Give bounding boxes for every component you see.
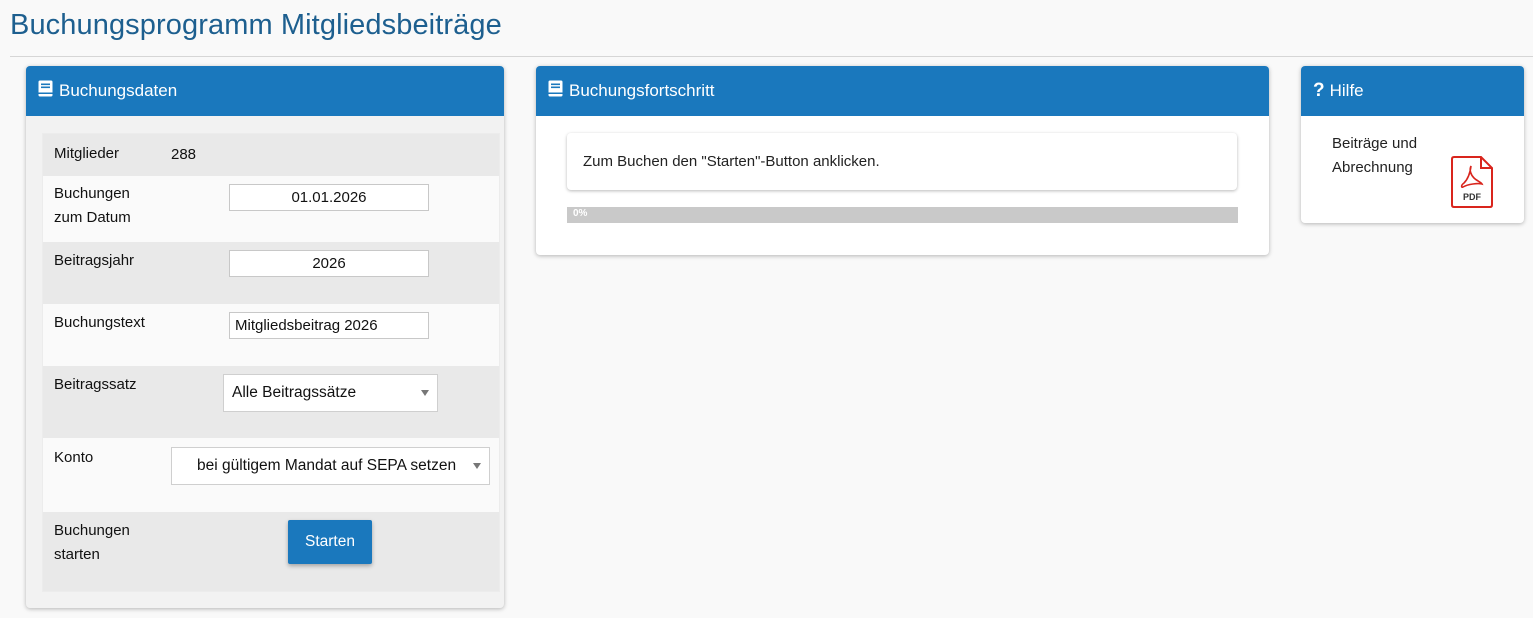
booking-progress-header: Buchungsfortschritt — [536, 66, 1269, 116]
help-header: ? Hilfe — [1301, 66, 1524, 116]
year-row: Beitragsjahr 2026 — [43, 242, 499, 304]
date-label-line-2: zum Datum — [54, 209, 131, 226]
booking-text-input[interactable]: Mitgliedsbeitrag 2026 — [229, 312, 429, 339]
year-label: Beitragsjahr — [54, 252, 135, 269]
help-panel: ? Hilfe Beiträge und Abrechnung PDF — [1301, 66, 1524, 223]
start-button[interactable]: Starten — [288, 520, 372, 564]
text-row: Buchungstext Mitgliedsbeitrag 2026 — [43, 304, 499, 366]
help-link-line-1[interactable]: Beiträge und — [1332, 135, 1417, 152]
account-value: bei gültigem Mandat auf SEPA setzen — [197, 457, 457, 474]
rate-label: Beitragssatz — [54, 376, 137, 393]
help-title: Hilfe — [1329, 81, 1364, 100]
chevron-down-icon — [421, 390, 429, 396]
date-label: Buchungen zum Datum — [54, 182, 131, 230]
help-link-line-2[interactable]: Abrechnung — [1332, 159, 1413, 176]
booking-data-panel: Buchungsdaten Mitglieder 288 Buchungen z… — [26, 66, 504, 608]
booking-data-header: Buchungsdaten — [26, 66, 504, 116]
pdf-icon[interactable]: PDF — [1451, 156, 1493, 208]
question-icon: ? — [1313, 80, 1325, 101]
book-icon — [548, 80, 563, 102]
account-label: Konto — [54, 449, 94, 466]
chevron-down-icon — [473, 463, 481, 469]
booking-date-input[interactable]: 01.01.2026 — [229, 184, 429, 211]
page-title: Buchungsprogramm Mitgliedsbeiträge — [10, 9, 502, 41]
account-select[interactable]: bei gültigem Mandat auf SEPA setzen — [171, 447, 490, 485]
book-icon — [38, 80, 53, 102]
start-row: Buchungen starten Starten — [43, 512, 499, 591]
booking-data-title: Buchungsdaten — [59, 81, 178, 100]
text-label: Buchungstext — [54, 314, 145, 331]
booking-progress-panel: Buchungsfortschritt Zum Buchen den "Star… — [536, 66, 1269, 255]
help-link-text[interactable]: Beiträge und Abrechnung — [1332, 132, 1417, 180]
rate-row: Beitragssatz Alle Beitragssätze — [43, 366, 499, 438]
booking-form: Mitglieder 288 Buchungen zum Datum 01.01… — [42, 133, 500, 592]
progress-bar: 0% — [567, 207, 1238, 223]
members-count: 288 — [171, 146, 197, 163]
members-label: Mitglieder — [54, 145, 120, 162]
status-message: Zum Buchen den "Starten"-Button anklicke… — [567, 133, 1237, 190]
contribution-year-input[interactable]: 2026 — [229, 250, 429, 277]
contribution-rate-select[interactable]: Alle Beitragssätze — [223, 374, 438, 412]
title-divider — [10, 56, 1533, 57]
date-label-line-1: Buchungen — [54, 185, 130, 202]
start-label: Buchungen starten — [54, 519, 130, 567]
booking-progress-title: Buchungsfortschritt — [569, 81, 715, 100]
start-label-line-2: starten — [54, 546, 100, 563]
contribution-rate-value: Alle Beitragssätze — [232, 384, 357, 401]
start-label-line-1: Buchungen — [54, 522, 130, 539]
date-row: Buchungen zum Datum 01.01.2026 — [43, 176, 499, 242]
members-row: Mitglieder 288 — [43, 134, 499, 176]
account-row: Konto bei gültigem Mandat auf SEPA setze… — [43, 438, 499, 512]
progress-label: 0% — [573, 208, 588, 219]
pdf-icon-label: PDF — [1463, 192, 1482, 202]
